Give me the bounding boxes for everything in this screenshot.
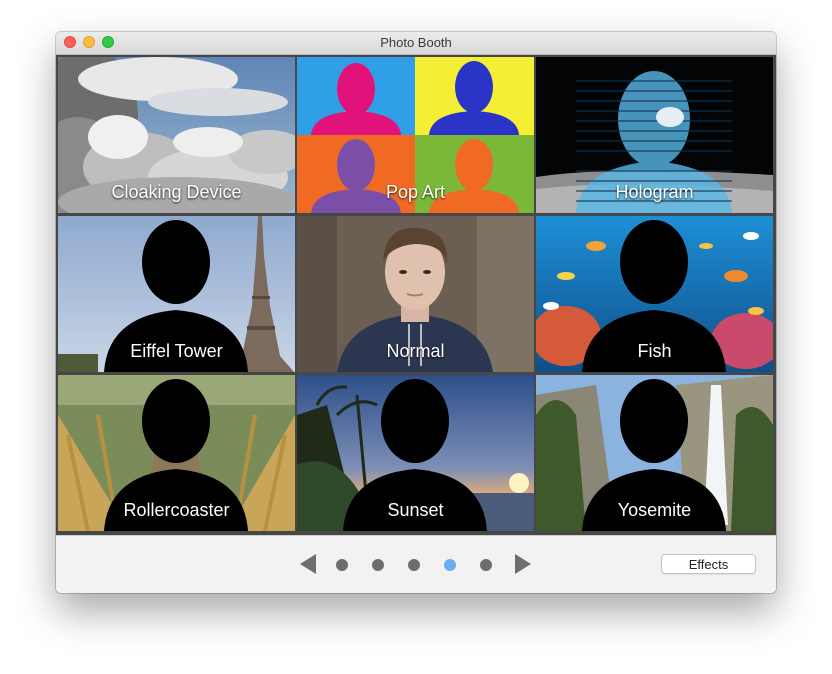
effect-label: Cloaking Device [111, 182, 242, 202]
effect-label: Normal [386, 341, 445, 361]
effect-label: Hologram [615, 182, 694, 202]
effect-tile-hologram[interactable]: Hologram [536, 57, 773, 213]
effect-tile-normal[interactable]: Normal [297, 216, 534, 372]
photo-booth-window: Photo Booth Cloaking Device Pop Art Holo… [56, 32, 776, 593]
page-dot-1[interactable] [336, 559, 348, 571]
effect-tile-eiffel-tower[interactable]: Eiffel Tower [58, 216, 295, 372]
effects-grid: Cloaking Device Pop Art Hologram Eiffel … [56, 55, 776, 535]
effect-tile-rollercoaster[interactable]: Rollercoaster [58, 375, 295, 531]
effect-label: Rollercoaster [123, 500, 230, 520]
next-page-arrow-icon[interactable] [515, 554, 531, 579]
effect-tile-yosemite[interactable]: Yosemite [536, 375, 773, 531]
effect-tile-fish[interactable]: Fish [536, 216, 773, 372]
effect-label: Sunset [387, 500, 444, 520]
effect-label: Yosemite [617, 500, 692, 520]
effect-label: Eiffel Tower [130, 341, 223, 361]
bottom-bar: Effects [56, 535, 776, 593]
effect-label: Pop Art [385, 182, 446, 202]
previous-page-arrow-icon[interactable] [300, 554, 316, 579]
page-dot-4-current[interactable] [444, 559, 456, 571]
effect-tile-cloaking-device[interactable]: Cloaking Device [58, 57, 295, 213]
effect-tile-pop-art[interactable]: Pop Art [297, 57, 534, 213]
effects-button[interactable]: Effects [661, 554, 756, 574]
title-bar[interactable]: Photo Booth [56, 32, 776, 55]
effect-tile-sunset[interactable]: Sunset [297, 375, 534, 531]
page-dot-3[interactable] [408, 559, 420, 571]
window-title: Photo Booth [380, 35, 452, 50]
page-dot-2[interactable] [372, 559, 384, 571]
effect-label: Fish [637, 341, 672, 361]
page-dot-5[interactable] [480, 559, 492, 571]
